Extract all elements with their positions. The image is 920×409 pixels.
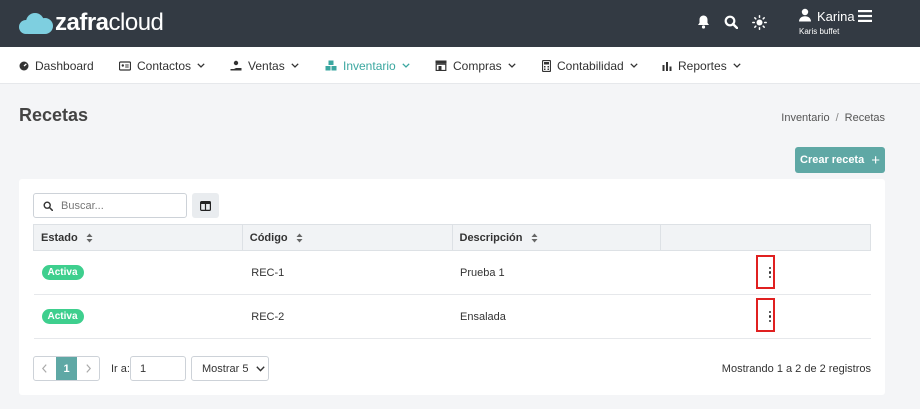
sort-icon xyxy=(86,233,93,243)
recipe-description: Ensalada xyxy=(452,294,661,339)
plus-icon: + xyxy=(871,151,880,169)
nav-item-dashboard[interactable]: Dashboard xyxy=(19,47,94,84)
chevron-down-icon xyxy=(630,63,638,68)
table-row: Activa REC-2 Ensalada xyxy=(33,294,871,339)
column-header-estado[interactable]: Estado xyxy=(33,224,243,251)
chevron-down-icon xyxy=(402,63,410,68)
table-row: Activa REC-1 Prueba 1 xyxy=(33,250,871,295)
chevron-down-icon xyxy=(508,63,516,68)
breadcrumb-current: Recetas xyxy=(844,112,885,124)
chevron-right-icon xyxy=(86,364,91,373)
chevron-down-icon xyxy=(256,365,266,372)
search-icon[interactable] xyxy=(722,13,740,31)
pagination: 1 xyxy=(33,356,100,381)
search-box[interactable] xyxy=(33,193,187,218)
sun-icon[interactable] xyxy=(750,13,768,31)
chevron-down-icon xyxy=(733,63,741,68)
page-title: Recetas xyxy=(19,105,89,125)
recipe-description: Prueba 1 xyxy=(452,250,661,295)
breadcrumb-inventario[interactable]: Inventario xyxy=(781,112,829,124)
search-icon xyxy=(43,200,53,211)
page-size-label: Mostrar 5 xyxy=(202,362,249,375)
column-header-codigo[interactable]: Código xyxy=(241,224,453,251)
create-recipe-label: Crear receta xyxy=(800,154,865,166)
create-recipe-button[interactable]: Crear receta + xyxy=(795,147,885,173)
nav-item-ventas[interactable]: Ventas xyxy=(230,47,299,84)
search-input[interactable] xyxy=(61,199,171,212)
hamburger-menu-icon[interactable] xyxy=(858,10,872,22)
goto-field[interactable] xyxy=(130,356,186,381)
nav-item-reportes[interactable]: Reportes xyxy=(662,47,741,84)
highlight-box xyxy=(756,255,775,289)
chevron-left-icon xyxy=(42,364,47,373)
sort-icon xyxy=(531,233,538,243)
user-company: Karis buffet xyxy=(799,27,840,36)
nav-label: Inventario xyxy=(343,58,396,73)
status-badge: Activa xyxy=(41,309,84,324)
goto-label: Ir a: xyxy=(111,363,130,375)
nav-label: Dashboard xyxy=(35,58,94,73)
goto-page-input[interactable] xyxy=(131,357,185,380)
column-header-actions xyxy=(660,224,871,251)
table-header-row: Estado Código Descripción xyxy=(33,224,871,251)
calculator-icon xyxy=(542,59,551,72)
main-nav: Dashboard Contactos Ventas Inventario Co… xyxy=(0,47,920,84)
nav-item-inventario[interactable]: Inventario xyxy=(325,47,410,84)
next-page-button[interactable] xyxy=(77,357,99,380)
prev-page-button[interactable] xyxy=(34,357,56,380)
store-icon xyxy=(435,60,447,71)
cloud-logo-icon xyxy=(19,12,53,34)
breadcrumb: Inventario / Recetas xyxy=(781,112,885,124)
boxes-icon xyxy=(325,60,337,71)
nav-item-contactos[interactable]: Contactos xyxy=(119,47,205,84)
hand-holding-dollar-icon xyxy=(230,60,242,70)
records-summary: Mostrando 1 a 2 de 2 registros xyxy=(721,363,871,375)
chevron-down-icon xyxy=(197,63,205,68)
app-logo[interactable]: zafracloud xyxy=(19,9,164,36)
user-name[interactable]: Karina xyxy=(817,9,855,24)
column-label: Código xyxy=(249,231,288,244)
recipe-code: REC-2 xyxy=(242,294,452,339)
address-card-icon xyxy=(119,60,131,71)
sort-icon xyxy=(296,233,303,243)
bar-chart-icon xyxy=(662,61,672,71)
column-label: Estado xyxy=(41,231,78,244)
breadcrumb-separator: / xyxy=(835,112,839,124)
bell-icon[interactable] xyxy=(694,13,712,31)
column-toggle-button[interactable] xyxy=(192,193,219,218)
user-icon[interactable] xyxy=(798,8,812,22)
highlight-box xyxy=(756,298,775,332)
nav-label: Compras xyxy=(453,58,502,73)
columns-icon xyxy=(200,200,211,211)
chevron-down-icon xyxy=(291,63,299,68)
nav-item-contabilidad[interactable]: Contabilidad xyxy=(542,47,638,84)
recipes-table: Estado Código Descripción Activa REC-1 P… xyxy=(33,224,871,339)
page-size-select[interactable]: Mostrar 5 xyxy=(191,356,269,381)
nav-label: Contactos xyxy=(137,58,192,73)
recipe-code: REC-1 xyxy=(242,250,452,295)
top-bar: zafracloud Karina Karis buffet xyxy=(0,0,920,47)
nav-label: Reportes xyxy=(678,58,727,73)
page-button-current[interactable]: 1 xyxy=(55,357,78,380)
column-header-descripcion[interactable]: Descripción xyxy=(451,224,662,251)
dashboard-icon xyxy=(19,61,29,70)
nav-item-compras[interactable]: Compras xyxy=(435,47,516,84)
nav-label: Ventas xyxy=(248,58,285,73)
nav-label: Contabilidad xyxy=(557,58,624,73)
status-badge: Activa xyxy=(41,265,84,280)
column-label: Descripción xyxy=(459,231,523,244)
logo-text: zafracloud xyxy=(55,9,164,36)
